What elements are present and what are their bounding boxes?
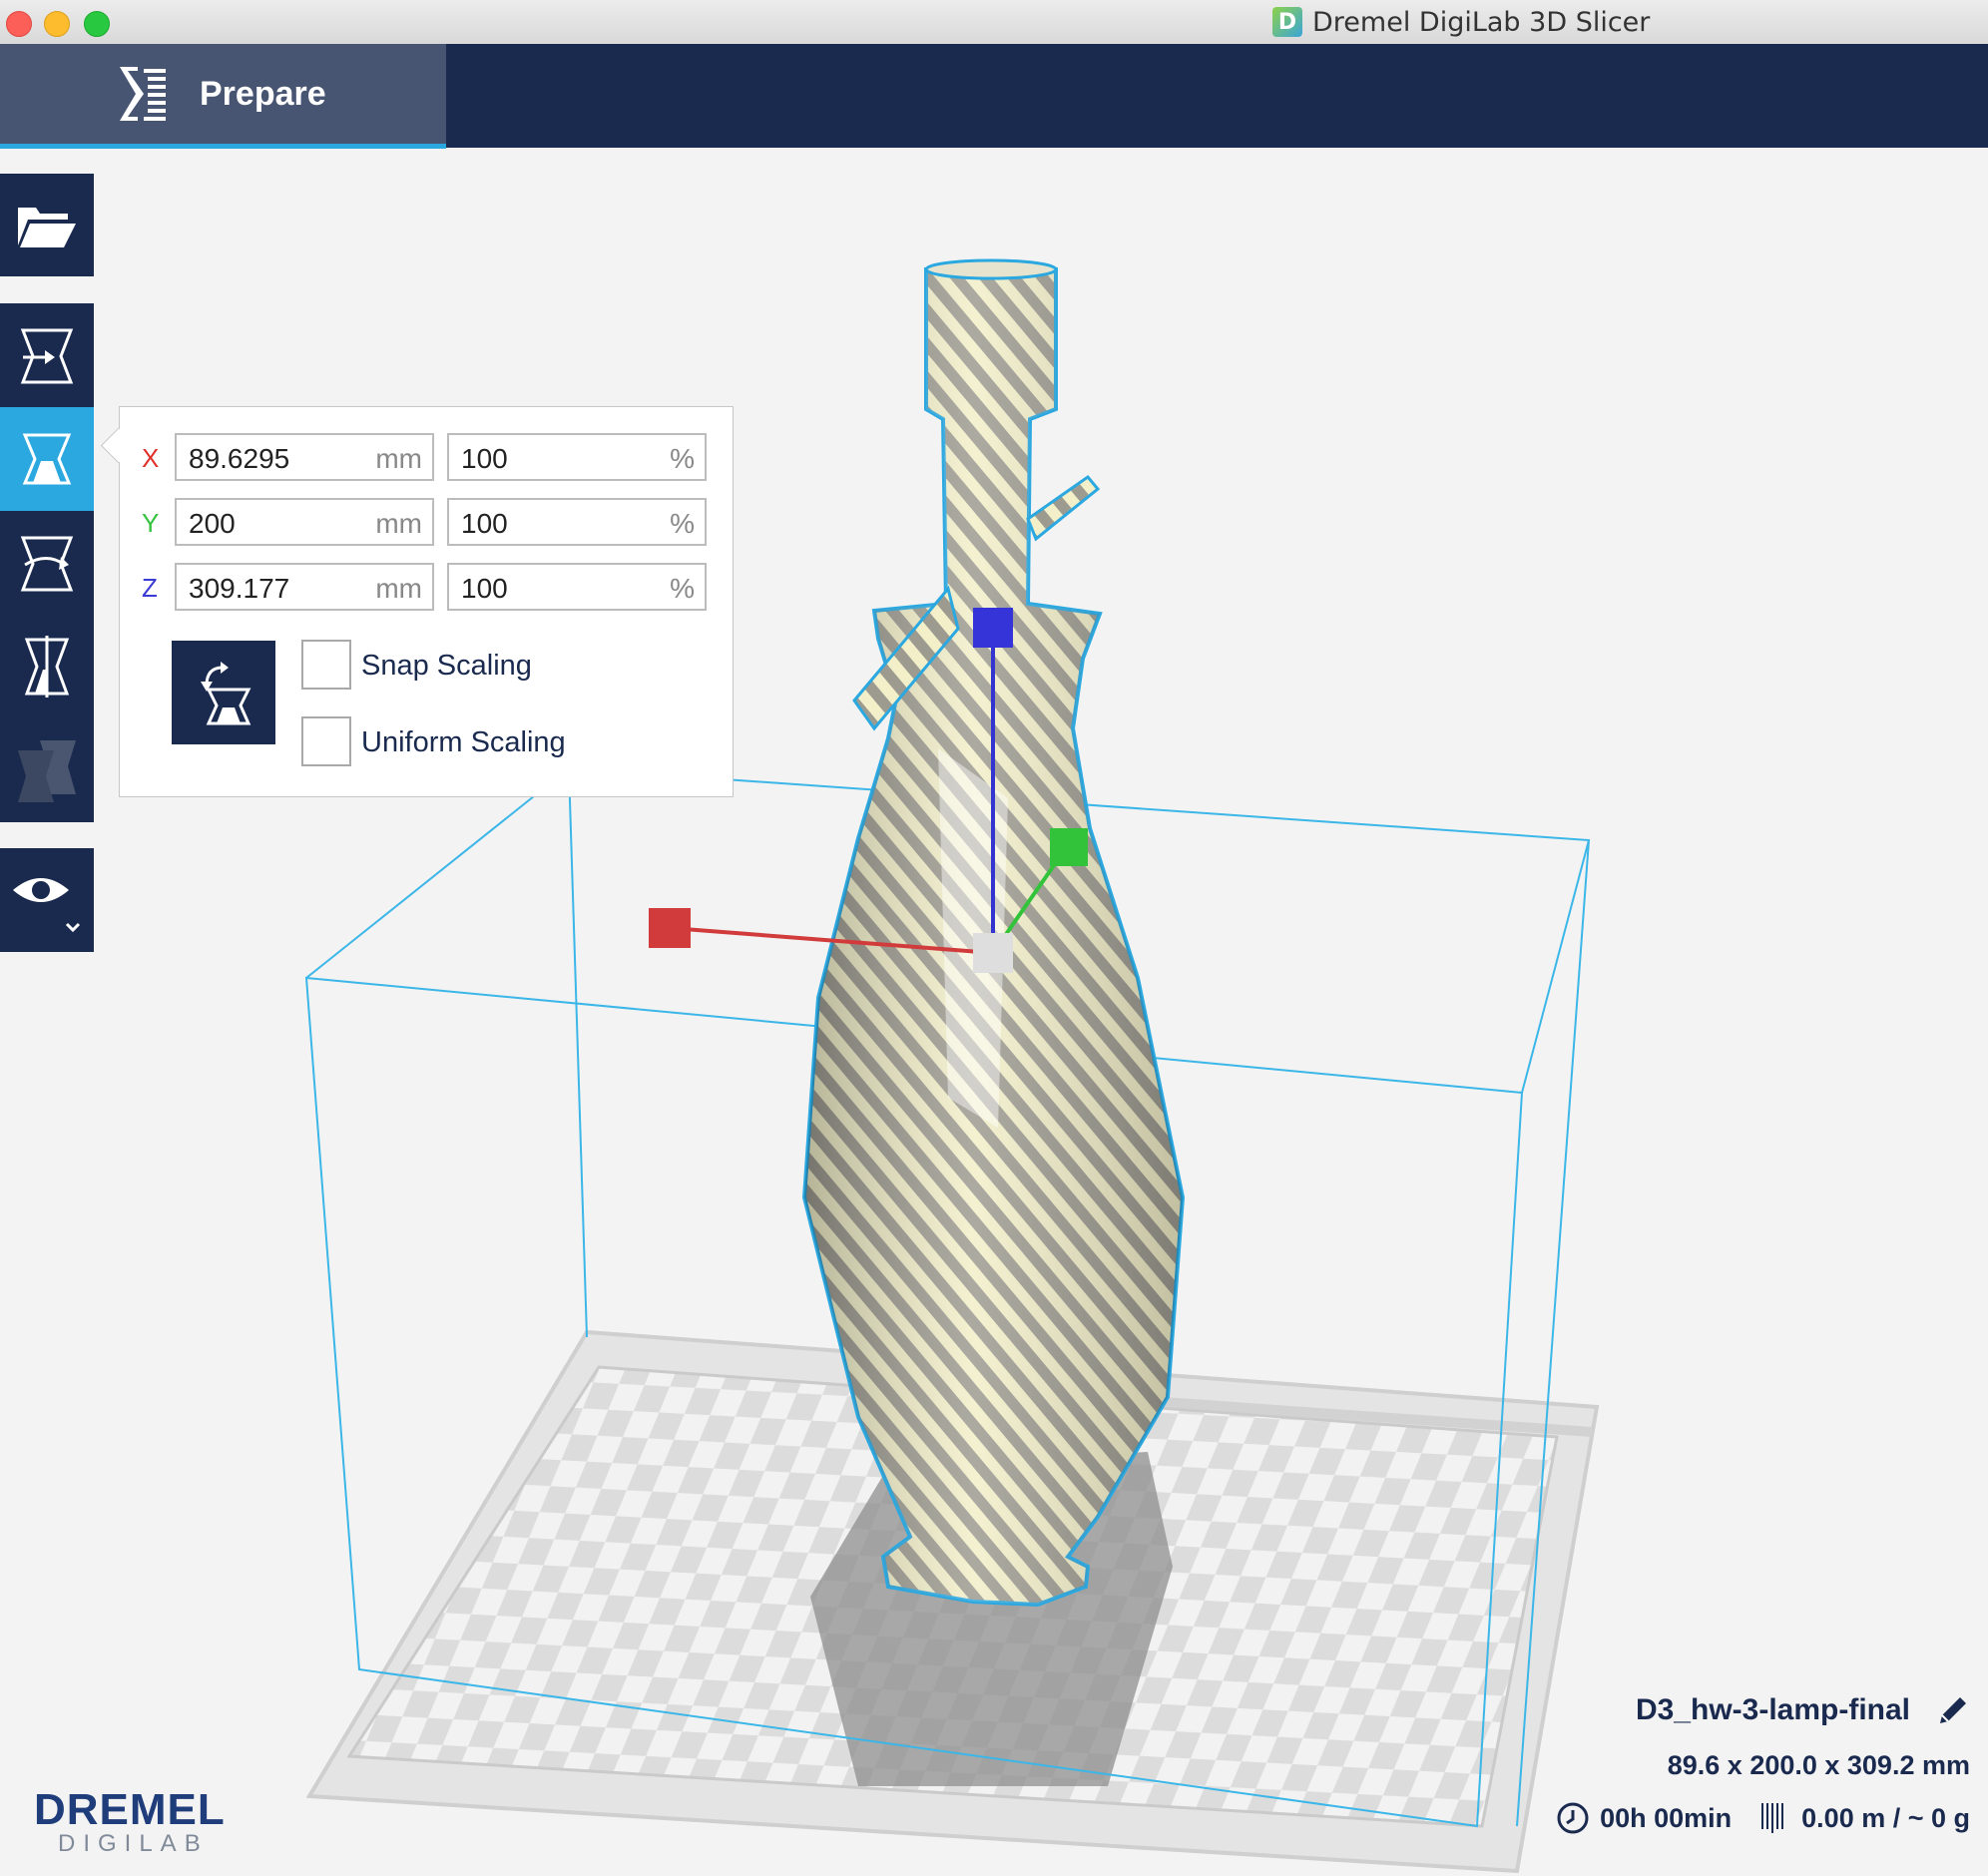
- material-usage: 0.00 m / ~ 0 g: [1801, 1802, 1970, 1833]
- job-name: D3_hw-3-lamp-final: [1635, 1693, 1910, 1726]
- filament-spool-icon: [1761, 1803, 1784, 1833]
- folder-open-icon: [18, 207, 76, 247]
- app-icon: D: [1272, 7, 1302, 37]
- open-file-button[interactable]: [0, 174, 94, 276]
- window-maximize-button[interactable]: [84, 11, 110, 37]
- pencil-icon[interactable]: [1936, 1693, 1970, 1727]
- mirror-icon: [24, 636, 70, 698]
- scale-row-y: Y 200 mm 100 %: [120, 498, 733, 550]
- snap-scaling-label: Snap Scaling: [361, 650, 532, 682]
- z-size-input[interactable]: 309.177 mm: [175, 563, 434, 611]
- scale-icon: [22, 433, 72, 485]
- x-size-input[interactable]: 89.6295 mm: [175, 433, 434, 481]
- window-minimize-button[interactable]: [44, 11, 70, 37]
- z-axis-label: Z: [142, 573, 158, 603]
- scale-tool-button[interactable]: [0, 407, 94, 511]
- reset-scale-icon: [201, 662, 251, 725]
- model-dimensions: 89.6 x 200.0 x 309.2 mm: [1667, 1750, 1970, 1780]
- scale-panel: X 89.6295 mm 100 % Y 200 mm 100 % Z 309.…: [100, 406, 734, 797]
- rotate-icon: [20, 536, 74, 592]
- uniform-scaling-label: Uniform Scaling: [361, 726, 566, 758]
- x-percent-input[interactable]: 100 %: [447, 433, 707, 481]
- snap-scaling-checkbox[interactable]: [301, 640, 351, 690]
- job-name-row: D3_hw-3-lamp-final: [1636, 1693, 1970, 1727]
- rotate-tool-button[interactable]: [0, 511, 94, 615]
- print-stats: 00h 00min 0.00 m / ~ 0 g: [1556, 1801, 1970, 1835]
- uniform-scale-handle[interactable]: [973, 933, 1013, 973]
- z-axis-handle[interactable]: [973, 608, 1013, 648]
- main-header: Prepare: [0, 44, 1988, 149]
- app-title-text: Dremel DigiLab 3D Slicer: [1312, 6, 1651, 38]
- z-percent-input[interactable]: 100 %: [447, 563, 707, 611]
- reset-scale-button[interactable]: [172, 641, 275, 744]
- y-size-input[interactable]: 200 mm: [175, 498, 434, 546]
- window-title-bar: D Dremel DigiLab 3D Slicer: [0, 0, 1988, 45]
- scale-row-x: X 89.6295 mm 100 %: [120, 433, 733, 485]
- prepare-logo-icon: [120, 67, 166, 121]
- per-model-settings-button[interactable]: [0, 718, 94, 822]
- uniform-scaling-checkbox[interactable]: [301, 716, 351, 766]
- app-title: D Dremel DigiLab 3D Slicer: [1272, 6, 1650, 38]
- tab-prepare-label: Prepare: [200, 74, 326, 113]
- mirror-tool-button[interactable]: [0, 615, 94, 718]
- move-icon: [20, 328, 74, 384]
- scale-row-z: Z 309.177 mm 100 %: [120, 563, 733, 615]
- y-axis-handle[interactable]: [1050, 828, 1088, 866]
- x-axis-handle[interactable]: [649, 908, 691, 948]
- y-percent-input[interactable]: 100 %: [447, 498, 707, 546]
- dremel-digilab-logo: DREMEL DIGILAB: [34, 1785, 226, 1857]
- tab-prepare[interactable]: Prepare: [0, 44, 446, 149]
- view-mode-button[interactable]: [0, 848, 94, 952]
- y-axis-label: Y: [142, 508, 160, 538]
- print-time: 00h 00min: [1600, 1802, 1733, 1833]
- window-close-button[interactable]: [6, 11, 32, 37]
- clock-icon: [1557, 1802, 1589, 1834]
- per-model-settings-icon: [18, 740, 76, 802]
- chevron-down-icon: [65, 922, 81, 933]
- move-tool-button[interactable]: [0, 303, 94, 407]
- x-axis-label: X: [142, 443, 160, 473]
- eye-icon: [13, 878, 81, 933]
